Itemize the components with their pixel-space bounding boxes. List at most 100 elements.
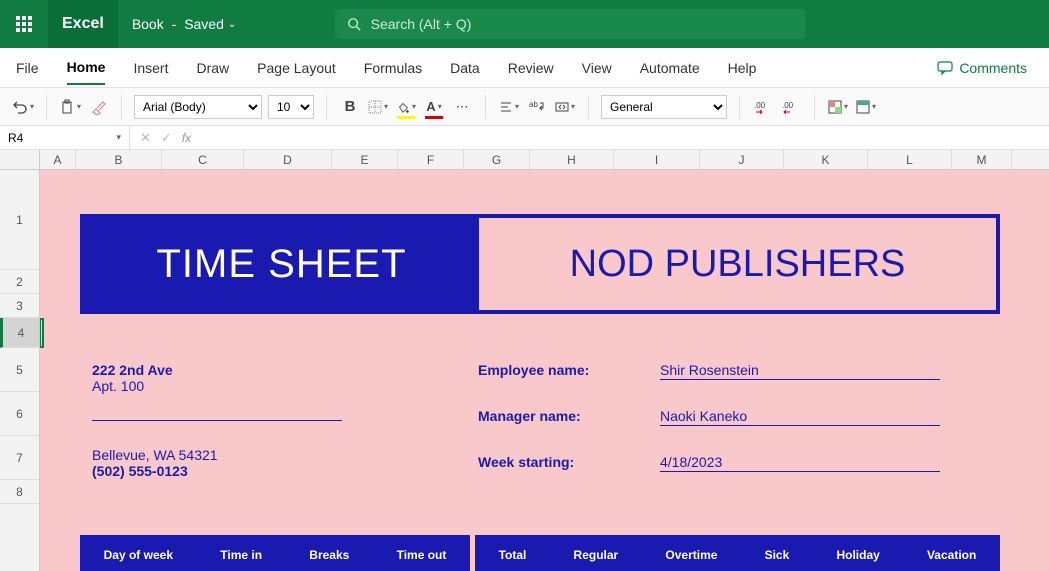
svg-text:.00: .00 (754, 101, 766, 110)
row-header[interactable]: 8 (0, 480, 39, 504)
timesheet-title-right: NOD PUBLISHERS (479, 218, 996, 310)
undo-button[interactable] (12, 96, 34, 118)
city: Bellevue, WA 54321 (92, 447, 342, 463)
font-color-button[interactable]: A (423, 96, 445, 118)
col-holiday: Holiday (836, 548, 879, 562)
grid: A B C D E F G H I J K L M 1 2 3 4 5 6 7 … (0, 150, 1049, 571)
tab-data[interactable]: Data (450, 52, 480, 84)
mgr-label: Manager name: (478, 408, 581, 424)
week-value: 4/18/2023 (660, 454, 940, 472)
col-header[interactable]: I (614, 150, 700, 169)
table-icon (856, 100, 870, 114)
tab-file[interactable]: File (16, 52, 39, 84)
addr1: 222 2nd Ave (92, 362, 342, 378)
merge-icon (555, 100, 569, 114)
font-size-select[interactable]: 10 (268, 95, 314, 119)
week-value-text: 4/18/2023 (660, 454, 940, 472)
employee-value: Shir Rosenstein (660, 362, 940, 380)
tab-view[interactable]: View (582, 52, 612, 84)
fx-icon[interactable]: fx (182, 131, 191, 145)
font-color-a-icon: A (426, 99, 435, 114)
sheet-area[interactable]: TIME SHEET NOD PUBLISHERS 222 2nd Ave Ap… (40, 170, 1049, 571)
search-box[interactable] (335, 9, 805, 39)
confirm-icon[interactable]: ✓ (161, 130, 172, 146)
name-box[interactable]: ▾ (0, 126, 130, 150)
col-header[interactable]: K (784, 150, 868, 169)
col-header[interactable]: E (332, 150, 398, 169)
wrap-text-button[interactable]: ab (526, 96, 548, 118)
row-header[interactable]: 5 (0, 348, 39, 392)
col-header[interactable]: A (40, 150, 76, 169)
col-regular: Regular (574, 548, 619, 562)
conditional-format-button[interactable] (827, 96, 849, 118)
format-table-button[interactable] (855, 96, 877, 118)
row-header[interactable]: 4 (0, 318, 39, 348)
cancel-icon[interactable]: ✕ (140, 130, 151, 146)
doc-name-text: Book (132, 16, 164, 32)
borders-button[interactable] (367, 96, 389, 118)
table-header-left: Day of week Time in Breaks Time out (80, 535, 470, 571)
more-font-button[interactable]: ⋯ (451, 96, 473, 118)
comments-button[interactable]: Comments (931, 56, 1033, 80)
tab-help[interactable]: Help (728, 52, 757, 84)
tab-page-layout[interactable]: Page Layout (257, 52, 336, 84)
tab-automate[interactable]: Automate (640, 52, 700, 84)
mgr-value: Naoki Kaneko (660, 408, 940, 426)
paste-button[interactable] (59, 96, 81, 118)
name-box-input[interactable] (8, 131, 88, 145)
phone: (502) 555-0123 (92, 463, 342, 479)
tab-formulas[interactable]: Formulas (364, 52, 422, 84)
ribbon-tabs: File Home Insert Draw Page Layout Formul… (0, 48, 1049, 88)
search-input[interactable] (371, 16, 793, 32)
col-header[interactable]: C (162, 150, 244, 169)
addr-underline (92, 420, 342, 421)
decrease-decimal-button[interactable]: .00 (752, 96, 774, 118)
timesheet-header: TIME SHEET NOD PUBLISHERS (80, 214, 1000, 314)
formula-input[interactable] (201, 131, 1049, 145)
dec-decimal-icon: .00 (754, 100, 772, 114)
align-button[interactable] (498, 96, 520, 118)
col-header[interactable]: L (868, 150, 952, 169)
col-header[interactable]: F (398, 150, 464, 169)
col-header[interactable]: D (244, 150, 332, 169)
titlebar: Excel Book - Saved ⌄ (0, 0, 1049, 48)
increase-decimal-button[interactable]: .00 (780, 96, 802, 118)
selection-outline (40, 318, 44, 348)
timesheet-title-left: TIME SHEET (84, 218, 479, 310)
col-header[interactable]: J (700, 150, 784, 169)
format-painter-button[interactable] (87, 96, 109, 118)
col-header[interactable]: G (464, 150, 530, 169)
search-wrap (250, 9, 889, 39)
manager-row: Manager name: (478, 408, 581, 424)
bold-button[interactable]: B (339, 96, 361, 118)
row-header[interactable]: 2 (0, 270, 39, 294)
merge-button[interactable] (554, 96, 576, 118)
row-header[interactable]: 7 (0, 436, 39, 480)
chevron-down-icon: ⌄ (228, 19, 236, 30)
undo-icon (12, 99, 28, 115)
col-timein: Time in (220, 548, 262, 562)
fill-color-swatch (397, 116, 415, 119)
row-header[interactable]: 3 (0, 294, 39, 318)
col-day: Day of week (104, 548, 173, 562)
waffle-icon (16, 16, 32, 32)
tab-insert[interactable]: Insert (133, 52, 168, 84)
col-header[interactable]: M (952, 150, 1012, 169)
chevron-down-icon: ▾ (116, 132, 121, 143)
document-title[interactable]: Book - Saved ⌄ (118, 16, 250, 32)
col-header[interactable]: B (76, 150, 162, 169)
row-header[interactable]: 1 (0, 170, 39, 270)
fill-color-button[interactable] (395, 96, 417, 118)
app-launcher-button[interactable] (0, 0, 48, 48)
row-header[interactable]: 6 (0, 392, 39, 436)
number-format-select[interactable]: General (601, 95, 727, 119)
tab-home[interactable]: Home (67, 51, 106, 85)
col-header[interactable]: H (530, 150, 614, 169)
tab-draw[interactable]: Draw (196, 52, 229, 84)
emp-label: Employee name: (478, 362, 589, 378)
col-timeout: Time out (397, 548, 447, 562)
select-all-corner[interactable] (0, 150, 40, 169)
table-header-right: Total Regular Overtime Sick Holiday Vaca… (475, 535, 1000, 571)
tab-review[interactable]: Review (508, 52, 554, 84)
font-name-select[interactable]: Arial (Body) (134, 95, 262, 119)
